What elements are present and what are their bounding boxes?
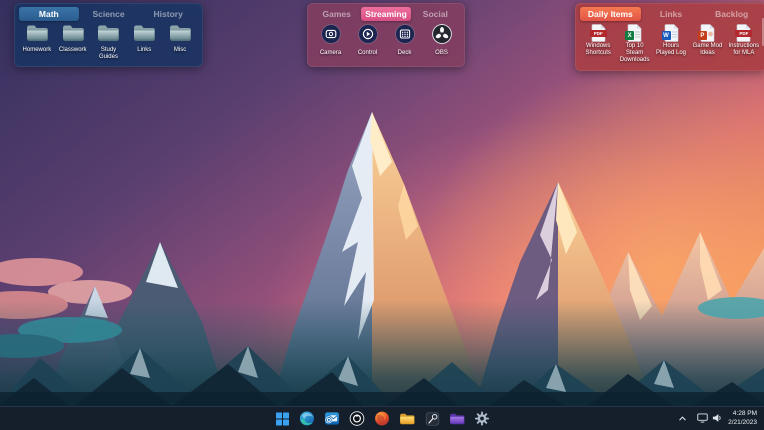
item-label: Classwork — [59, 47, 87, 54]
purple-folder-icon[interactable] — [449, 410, 466, 427]
file-explorer-icon[interactable] — [399, 410, 416, 427]
pdf-file-icon: PDF — [591, 24, 606, 42]
item-label: Game Mod Ideas — [690, 43, 725, 57]
desktop-item-windows-shortcuts[interactable]: PDF Windows Shortcuts — [580, 24, 616, 65]
pdf-badge: PDF — [735, 30, 752, 37]
excel-badge: X — [625, 31, 634, 40]
item-label: Links — [137, 47, 151, 54]
tab-math[interactable]: Math — [19, 7, 79, 21]
desktop-item-misc[interactable]: Misc — [162, 24, 198, 61]
taskbar-clock[interactable]: 4:28 PM 2/21/2023 — [728, 410, 760, 428]
tab-daily-items[interactable]: Daily Items — [580, 7, 641, 21]
folder-icon — [62, 24, 84, 46]
fence-school: Math Science History Homework Classwork … — [14, 3, 203, 67]
desktop-item-instructions-for-mla[interactable]: PDF Instructions for MLA — [726, 24, 762, 65]
tray-chevron-up-icon[interactable] — [674, 410, 691, 427]
obs-taskbar-icon[interactable] — [349, 410, 366, 427]
desktop-item-deck[interactable]: Deck — [386, 24, 423, 57]
taskbar-center-icons — [274, 407, 491, 430]
tab-science[interactable]: Science — [79, 7, 139, 21]
desktop: Math Science History Homework Classwork … — [0, 0, 764, 430]
fence-streaming-items: Camera Control Deck OBS — [312, 24, 460, 57]
tab-streaming[interactable]: Streaming — [361, 7, 410, 21]
desktop-item-camera[interactable]: Camera — [312, 24, 349, 57]
fence-daily-items: Daily Items Links Backlog PDF Windows Sh… — [575, 3, 764, 71]
item-label: Control — [358, 50, 377, 57]
fence-daily-items-row: PDF Windows Shortcuts X Top 10 Steam Dow… — [580, 24, 762, 65]
volume-icon — [712, 410, 722, 428]
camera-icon — [321, 24, 341, 49]
desktop-item-top-10-steam-downloads[interactable]: X Top 10 Steam Downloads — [616, 24, 652, 65]
fence-school-items: Homework Classwork Study Guides Links Mi… — [19, 24, 198, 61]
item-label: Windows Shortcuts — [581, 43, 616, 57]
item-label: Instructions for MLA — [726, 43, 761, 57]
display-icon — [697, 410, 708, 428]
item-label: Hours Played Log — [654, 43, 689, 57]
desktop-item-obs[interactable]: OBS — [423, 24, 460, 57]
powerpoint-badge: P — [698, 31, 707, 40]
desktop-item-game-mod-ideas[interactable]: P Game Mod Ideas — [689, 24, 725, 65]
folder-icon — [26, 24, 48, 46]
clock-time: 4:28 PM — [728, 410, 757, 419]
tab-backlog[interactable]: Backlog — [701, 7, 762, 21]
folder-icon — [133, 24, 155, 46]
deck-icon — [395, 24, 415, 49]
powerpoint-file-icon: P — [700, 24, 715, 42]
taskbar: 4:28 PM 2/21/2023 — [0, 406, 764, 430]
obs-icon — [432, 24, 452, 49]
folder-icon — [97, 24, 119, 46]
pdf-file-icon: PDF — [736, 24, 751, 42]
item-label: Deck — [398, 50, 412, 57]
tab-games[interactable]: Games — [312, 7, 361, 21]
settings-gear-icon[interactable] — [474, 410, 491, 427]
desktop-item-classwork[interactable]: Classwork — [55, 24, 91, 61]
folder-icon — [169, 24, 191, 46]
edge-icon[interactable] — [299, 410, 316, 427]
fence-school-tabs: Math Science History — [19, 7, 198, 21]
item-label: Camera — [320, 50, 341, 57]
word-badge: W — [662, 31, 671, 40]
game-app-icon[interactable] — [424, 410, 441, 427]
desktop-item-study-guides[interactable]: Study Guides — [91, 24, 127, 61]
clock-date: 2/21/2023 — [728, 419, 757, 428]
pdf-badge: PDF — [590, 30, 607, 37]
desktop-item-homework[interactable]: Homework — [19, 24, 55, 61]
tab-social[interactable]: Social — [411, 7, 460, 21]
firefox-icon[interactable] — [374, 410, 391, 427]
item-label: Top 10 Steam Downloads — [617, 43, 652, 65]
control-icon — [358, 24, 378, 49]
tray-status-icons[interactable] — [697, 410, 722, 428]
item-label: Homework — [23, 47, 52, 54]
tab-links[interactable]: Links — [641, 7, 702, 21]
system-tray: 4:28 PM 2/21/2023 — [674, 407, 760, 430]
word-file-icon: W — [664, 24, 679, 42]
start-button[interactable] — [274, 410, 291, 427]
item-label: Misc — [174, 47, 186, 54]
tab-history[interactable]: History — [138, 7, 198, 21]
outlook-icon[interactable] — [324, 410, 341, 427]
item-label: OBS — [435, 50, 448, 57]
fence-streaming-tabs: Games Streaming Social — [312, 7, 460, 21]
item-label: Study Guides — [91, 47, 126, 61]
fence-streaming: Games Streaming Social Camera Control De… — [307, 3, 465, 67]
desktop-item-hours-played-log[interactable]: W Hours Played Log — [653, 24, 689, 65]
excel-file-icon: X — [627, 24, 642, 42]
desktop-item-links[interactable]: Links — [126, 24, 162, 61]
desktop-item-control[interactable]: Control — [349, 24, 386, 57]
fence-daily-tabs: Daily Items Links Backlog — [580, 7, 762, 21]
